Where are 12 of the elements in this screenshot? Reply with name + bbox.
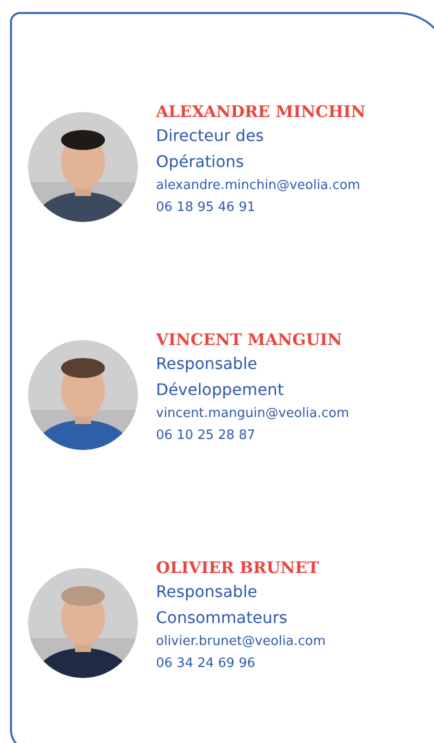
contact-name: VINCENT MANGUIN xyxy=(156,329,344,351)
contact-name: OLIVIER BRUNET xyxy=(156,557,320,579)
email-link[interactable]: vincent.manguin@veolia.com xyxy=(156,403,350,425)
job-title: Responsable Développement xyxy=(156,353,285,401)
job-title: Directeur des Opérations xyxy=(156,125,265,173)
phone-number: 06 10 25 28 87 xyxy=(156,427,256,445)
job-title: Responsable Consommateurs xyxy=(156,581,288,629)
phone-number: 06 34 24 69 96 xyxy=(156,655,256,673)
email-link[interactable]: olivier.brunet@veolia.com xyxy=(156,631,326,653)
contact-name: ALEXANDRE MINCHIN xyxy=(156,101,366,123)
phone-number: 06 18 95 46 91 xyxy=(156,199,256,217)
email-link[interactable]: alexandre.minchin@veolia.com xyxy=(156,175,366,197)
